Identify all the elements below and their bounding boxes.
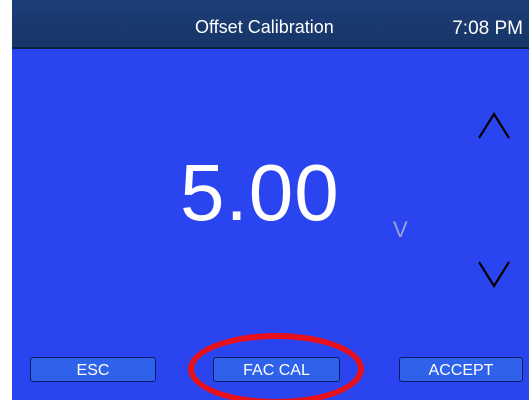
page-margin <box>0 0 12 400</box>
offset-value: 5.00 <box>180 148 340 237</box>
accept-button[interactable]: ACCEPT <box>399 357 523 382</box>
fac-cal-button[interactable]: FAC CAL <box>213 357 340 382</box>
increase-button[interactable] <box>476 108 512 144</box>
calibration-screen: Offset Calibration 7:08 PM 5.00 V ESC FA… <box>12 0 529 400</box>
esc-button[interactable]: ESC <box>30 357 156 382</box>
decrease-button[interactable] <box>476 256 512 292</box>
screen-title: Offset Calibration <box>195 17 334 37</box>
clock: 7:08 PM <box>452 18 523 39</box>
chevron-down-icon <box>478 261 510 289</box>
title-bar: Offset Calibration 7:08 PM <box>12 0 529 49</box>
offset-unit: V <box>393 217 408 242</box>
chevron-up-icon <box>478 111 510 139</box>
